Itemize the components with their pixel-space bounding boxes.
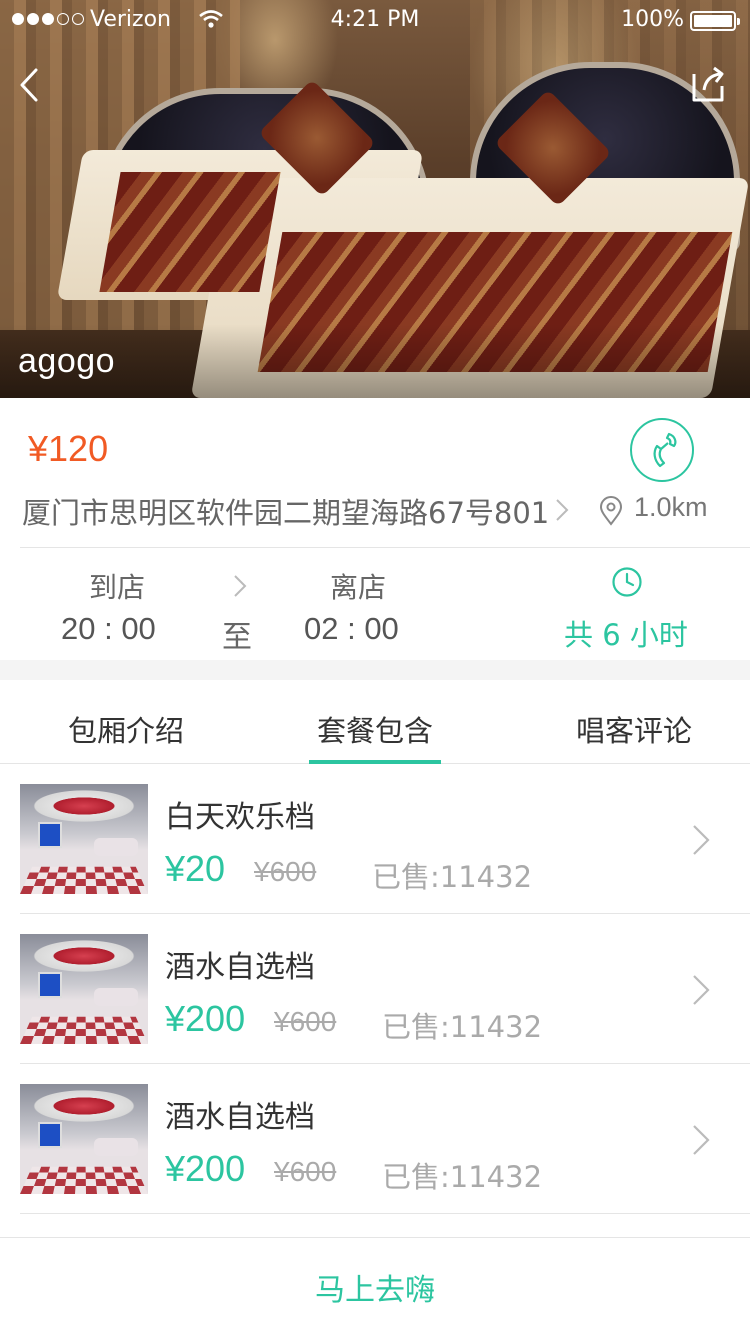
location-pin-icon <box>599 496 623 526</box>
chevron-right-icon <box>556 499 569 521</box>
package-item[interactable]: 白天欢乐档 ¥20 ¥600 已售:11432 <box>0 764 750 914</box>
package-thumbnail <box>20 934 148 1044</box>
tab-reviews[interactable]: 唱客评论 <box>576 708 692 750</box>
package-title: 白天欢乐档 <box>165 800 315 835</box>
distance-value: 1.0km <box>634 492 708 522</box>
go-now-button[interactable]: 马上去嗨 <box>0 1238 750 1334</box>
venue-name: agogo <box>18 342 116 380</box>
leave-label: 离店 <box>330 571 387 604</box>
divider <box>20 1213 750 1214</box>
to-label: 至 <box>222 620 252 655</box>
chevron-right-icon <box>693 975 710 1005</box>
bottom-bar: 马上去嗨 <box>0 1237 750 1334</box>
battery-icon <box>690 11 740 31</box>
package-price: ¥200 <box>165 1148 246 1189</box>
back-button[interactable] <box>10 58 54 112</box>
package-original-price: ¥600 <box>274 1156 337 1187</box>
package-item[interactable]: 酒水自选档 ¥200 ¥600 已售:11432 <box>0 1064 750 1214</box>
total-hours: 共 6 小时 <box>564 618 688 652</box>
phone-icon <box>653 432 677 468</box>
bed-runner-left <box>99 172 281 292</box>
tab-packages[interactable]: 套餐包含 <box>317 708 433 750</box>
address-link[interactable]: 厦门市思明区软件园二期望海路67号801 <box>22 490 549 532</box>
tab-bar: 包厢介绍 套餐包含 唱客评论 <box>0 680 750 764</box>
hero-photo <box>0 0 750 398</box>
share-button[interactable] <box>686 60 734 108</box>
tab-room-intro[interactable]: 包厢介绍 <box>68 708 184 750</box>
share-icon <box>692 66 724 102</box>
package-original-price: ¥600 <box>254 856 317 887</box>
chevron-right-icon <box>693 1125 710 1155</box>
call-button[interactable] <box>630 418 694 482</box>
arrive-label: 到店 <box>89 571 146 604</box>
chevron-right-icon <box>693 825 710 855</box>
package-item[interactable]: 酒水自选档 ¥200 ¥600 已售:11432 <box>0 914 750 1064</box>
package-price: ¥20 <box>165 848 226 889</box>
back-arrow-icon <box>20 68 38 102</box>
leave-time: 02 : 00 <box>304 611 399 646</box>
package-title: 酒水自选档 <box>165 1100 315 1135</box>
package-title: 酒水自选档 <box>165 950 315 985</box>
package-price: ¥200 <box>165 998 246 1039</box>
battery-percent: 100% <box>621 7 684 32</box>
package-original-price: ¥600 <box>274 1006 337 1037</box>
package-sold-count: 已售:11432 <box>382 1010 543 1044</box>
package-thumbnail <box>20 1084 148 1194</box>
package-sold-count: 已售:11432 <box>372 860 533 894</box>
package-thumbnail <box>20 784 148 894</box>
package-sold-count: 已售:11432 <box>382 1160 543 1194</box>
chevron-right-icon <box>234 575 247 597</box>
divider <box>20 547 750 548</box>
section-spacer <box>0 660 750 680</box>
room-price: ¥120 <box>28 428 109 469</box>
status-bar: Verizon 4:21 PM 100% <box>0 0 750 40</box>
clock-icon <box>612 567 642 597</box>
arrive-time: 20 : 00 <box>61 611 156 646</box>
